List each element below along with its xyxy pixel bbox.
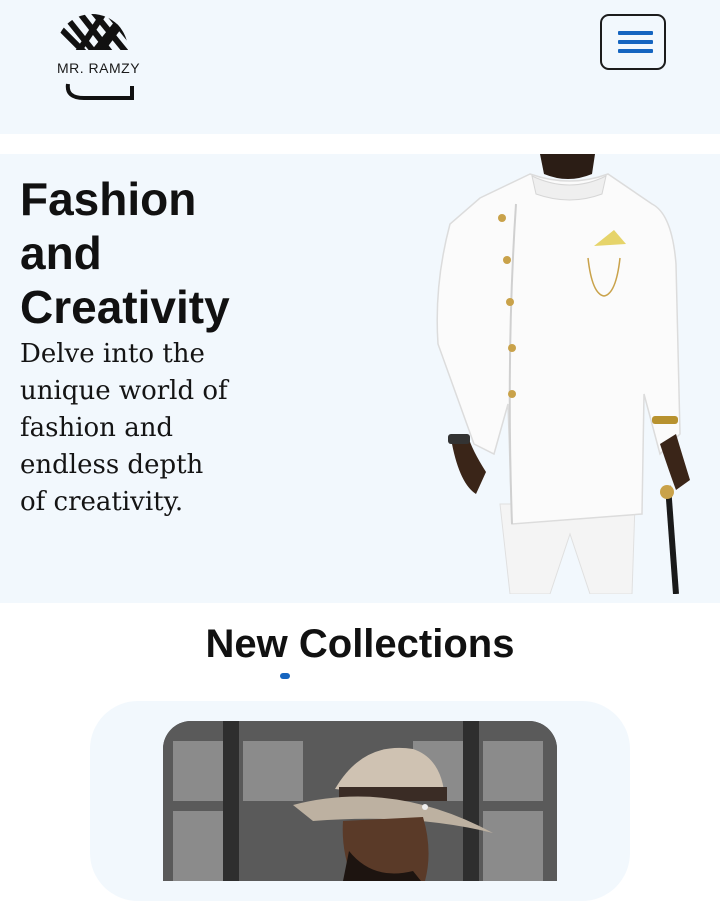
hero-title-line: Fashion <box>20 173 197 225</box>
hero-section: Fashion and Creativity Delve into the un… <box>0 154 720 603</box>
brand-name: MR. RAMZY <box>57 60 141 76</box>
brand-logo[interactable]: MR. RAMZY <box>54 2 150 102</box>
menu-button[interactable] <box>600 14 666 70</box>
logo-mark-icon <box>56 14 134 100</box>
collection-card-image[interactable] <box>163 721 557 881</box>
site-header: MR. RAMZY <box>0 0 720 134</box>
collections-title: New Collections <box>205 622 515 666</box>
hero-subtitle: Delve into the unique world of fashion a… <box>20 339 228 517</box>
hero-title-line: Creativity <box>20 281 230 333</box>
hamburger-bar <box>618 49 653 53</box>
hamburger-menu-icon <box>618 31 653 35</box>
hero-model-image <box>436 154 690 594</box>
hero-title: Fashion and Creativity <box>20 172 250 334</box>
collection-model-image <box>163 721 557 881</box>
carousel-indicator-dot[interactable] <box>280 673 290 679</box>
hamburger-bar <box>618 40 653 44</box>
hero-title-line: and <box>20 227 102 279</box>
